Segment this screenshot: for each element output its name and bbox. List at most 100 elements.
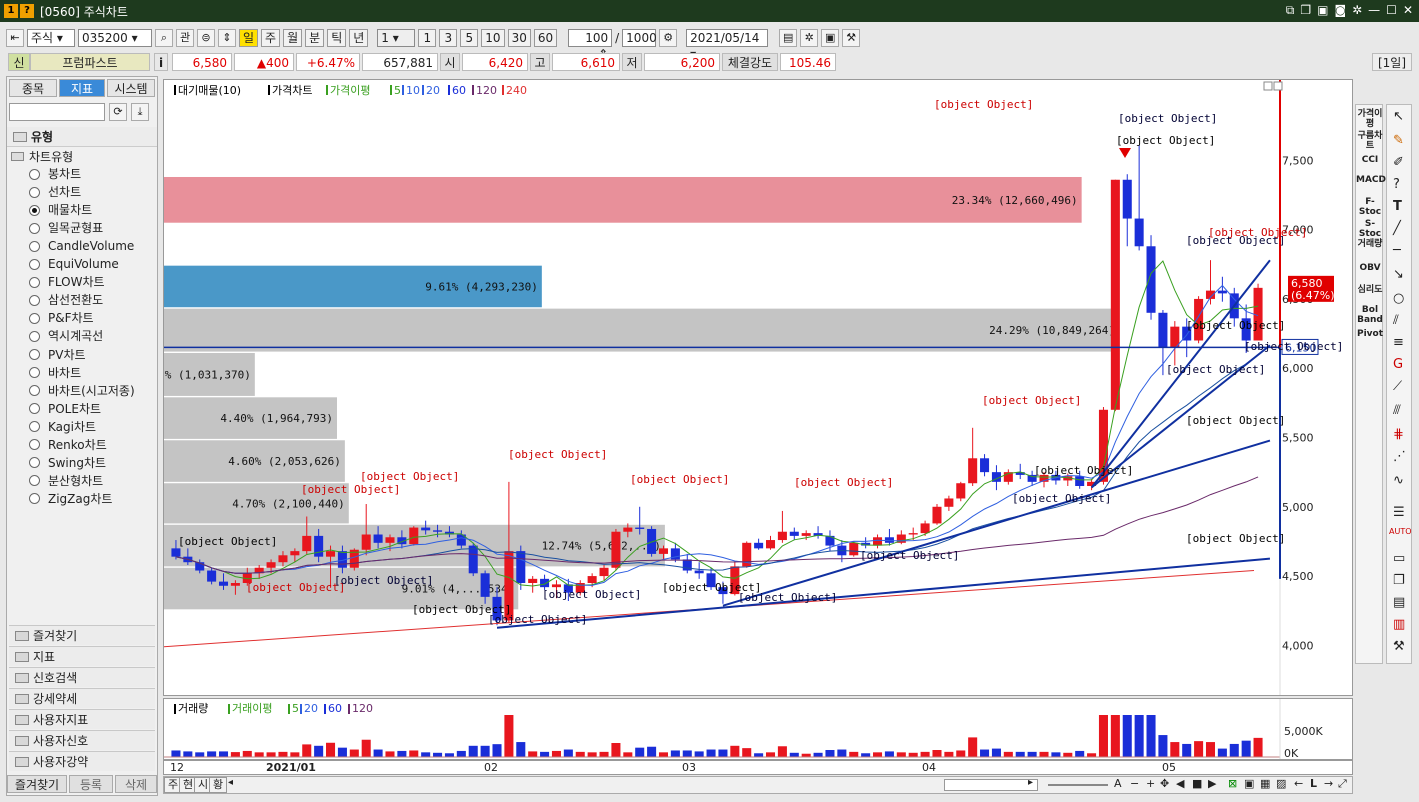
chart-type-item[interactable]: 분산형차트 (29, 472, 103, 490)
radio-icon[interactable] (29, 493, 40, 505)
chart-type-item[interactable]: 역시계곡선 (29, 327, 103, 345)
radio-icon[interactable] (29, 222, 40, 234)
copy-icon[interactable]: ❐ (1300, 3, 1311, 18)
period-week[interactable]: 주 (261, 29, 281, 47)
period-tick[interactable]: 틱 (327, 29, 347, 47)
pen-icon[interactable]: ✐ (1393, 155, 1404, 170)
chart-type-item[interactable]: 선차트 (29, 183, 81, 201)
quick-10[interactable]: 10 (481, 29, 505, 47)
chart-type-item[interactable]: 매물차트 (29, 201, 92, 219)
chart-type-item[interactable]: CandleVolume (29, 237, 134, 255)
folder-user-signal[interactable]: 사용자신호 (9, 730, 155, 750)
folder-signal-search[interactable]: 신호검색 (9, 667, 155, 687)
radio-icon[interactable] (29, 367, 40, 379)
download-icon[interactable]: ⤓ (131, 103, 149, 121)
image-icon[interactable]: ▨ (1276, 777, 1286, 790)
stop-icon[interactable]: ■ (1192, 777, 1202, 790)
chart-type-item[interactable]: 바차트(시고저종) (29, 382, 135, 400)
radio-icon[interactable] (29, 312, 40, 324)
fan-icon[interactable]: ⟋ (1393, 379, 1402, 394)
zoom-slider[interactable] (1048, 784, 1108, 786)
price-chart-panel[interactable]: 23.34% (12,660,496) 9.61% (4,293,230) 24.2… (138, 79, 1353, 696)
indicator-shortcut[interactable]: 거래량 (1356, 239, 1384, 249)
folder-user-indicator[interactable]: 사용자지표 (9, 709, 155, 729)
chart-type-item[interactable]: 일목균형표 (29, 219, 103, 237)
search-icon[interactable]: ⌕ (155, 29, 173, 47)
indicator-shortcut[interactable]: 구름차트 (1356, 131, 1384, 151)
cycle-icon[interactable]: ⋕ (1393, 427, 1404, 442)
radio-icon[interactable] (29, 457, 40, 469)
wrench-icon[interactable]: ⚒ (1393, 639, 1405, 654)
rewind-icon[interactable]: ◀ (1176, 777, 1184, 790)
radio-icon[interactable] (29, 186, 40, 198)
info-icon[interactable]: i (154, 53, 168, 71)
hline-icon[interactable]: ─ (1393, 243, 1401, 258)
gear-icon[interactable]: ✲ (1352, 3, 1362, 18)
window-badge-1[interactable]: 1 (4, 4, 18, 18)
count-input[interactable]: 100 ⇕ (568, 29, 613, 61)
indicator-shortcut[interactable]: Pivot (1356, 329, 1384, 339)
help-icon[interactable]: ? (1393, 177, 1400, 192)
indicator-search-input[interactable] (9, 103, 105, 121)
radio-icon[interactable] (29, 330, 40, 342)
chart-type-item[interactable]: 바차트 (29, 364, 81, 382)
maximize-icon[interactable]: ☐ (1386, 3, 1397, 18)
radio-icon[interactable] (29, 294, 40, 306)
eraser-icon[interactable]: ✎ (1393, 133, 1404, 148)
quick-30[interactable]: 30 (507, 29, 531, 47)
quick-1[interactable]: 1 (418, 29, 437, 47)
date-input[interactable]: 2021/05/14 ▾ (686, 29, 769, 61)
move-icon[interactable]: ✥ (1160, 777, 1169, 790)
chart-type-item[interactable]: FLOW차트 (29, 273, 105, 291)
radio-icon[interactable] (29, 204, 40, 216)
chart-type-item[interactable]: Renko차트 (29, 436, 107, 454)
price-chart[interactable]: 23.34% (12,660,496) 9.61% (4,293,230) 24.2… (138, 80, 1352, 695)
text-tool-icon[interactable]: A (1114, 777, 1122, 790)
radio-icon[interactable] (29, 276, 40, 288)
cursor-icon[interactable]: ↖ (1393, 109, 1404, 124)
indicator-shortcut[interactable]: CCI (1356, 155, 1384, 165)
tab-system[interactable]: 시스템 (107, 79, 155, 97)
line-icon[interactable]: ╱ (1393, 221, 1401, 236)
print-icon[interactable]: ▣ (1317, 3, 1328, 18)
fibo-icon[interactable]: ≡ (1393, 335, 1404, 350)
chart-type-item[interactable]: P&F차트 (29, 309, 94, 327)
excel-icon[interactable]: ⊠ (1228, 777, 1237, 790)
tab-stock[interactable]: 종목 (9, 79, 57, 97)
bar-chart-icon[interactable]: ▥ (1393, 617, 1405, 632)
window-icon[interactable]: ▭ (1393, 551, 1405, 566)
folder-strength[interactable]: 강세약세 (9, 688, 155, 708)
folder-favorites[interactable]: 즐겨찾기 (9, 625, 155, 645)
camera-icon[interactable]: ◙ (1334, 3, 1346, 18)
arrow-right-icon[interactable]: → (1324, 777, 1333, 790)
volume-chart-panel[interactable]: 거래량 거래이평 5 20 60 120 5,000K 0K (163, 698, 1353, 760)
code-input[interactable]: 035200 ▾ (78, 29, 152, 47)
indicator-shortcut[interactable]: MACD (1356, 175, 1386, 185)
tab-favorites[interactable]: 즐겨찾기 (7, 775, 67, 793)
zigzag-icon[interactable]: ⋰ (1393, 449, 1406, 464)
radio-icon[interactable] (29, 403, 40, 415)
quick-60[interactable]: 60 (533, 29, 558, 47)
chart-type-item[interactable]: POLE차트 (29, 400, 101, 418)
text-icon[interactable]: T (1393, 199, 1402, 214)
chart-type-item[interactable]: Kagi차트 (29, 418, 96, 436)
folder-indicator[interactable]: 지표 (9, 646, 155, 666)
link-icon[interactable]: ⧉ (1286, 3, 1295, 18)
ruler-icon[interactable]: L (1310, 777, 1317, 790)
window-badge-help[interactable]: ? (20, 4, 34, 18)
gwan-button[interactable]: 관 (176, 29, 194, 47)
folder-user-strength[interactable]: 사용자강약 (9, 751, 155, 771)
scrollbar[interactable] (944, 779, 1038, 791)
scroll-left-icon[interactable]: ◂ (228, 777, 233, 788)
day-badge[interactable]: [1일] (1372, 53, 1412, 71)
minimize-icon[interactable]: — (1368, 3, 1380, 18)
chart-type-item[interactable]: 삼선전환도 (29, 291, 103, 309)
play-icon[interactable]: ▶ (1208, 777, 1216, 790)
chart-type-item[interactable]: EquiVolume (29, 255, 119, 273)
refresh-icon[interactable]: ⟳ (109, 103, 127, 121)
zoom-in-icon[interactable]: + (1146, 777, 1155, 790)
radio-icon[interactable] (29, 385, 40, 397)
layers-icon[interactable]: ☰ (1393, 505, 1405, 520)
indicator-shortcut[interactable]: 심리도 (1356, 285, 1384, 295)
tab-indicator[interactable]: 지표 (59, 79, 105, 97)
